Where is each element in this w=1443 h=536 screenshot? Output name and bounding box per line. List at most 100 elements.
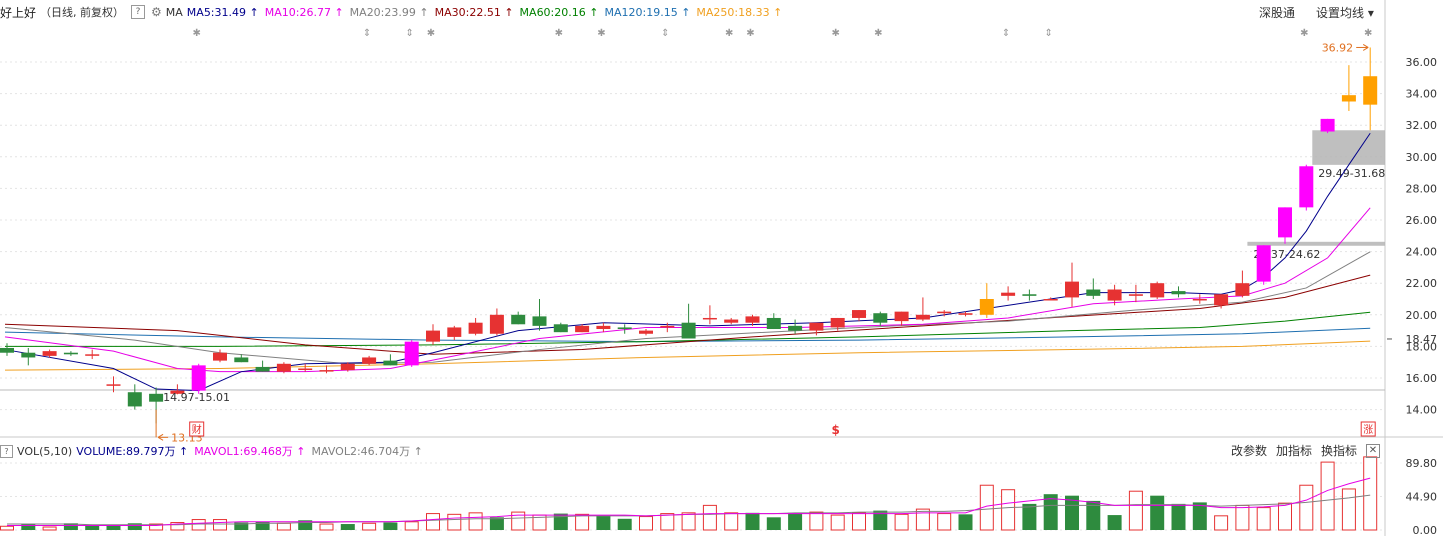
add-indicator-button[interactable]: 加指标: [1276, 442, 1312, 459]
candle-body: [191, 365, 206, 391]
event-symbol: ⇕: [363, 28, 371, 39]
change-params-button[interactable]: 改参数: [1231, 442, 1267, 459]
event-symbol: ✱: [597, 28, 605, 39]
event-symbol: ✱: [555, 28, 563, 39]
volume-bar: [21, 524, 36, 530]
candle-body: [660, 325, 675, 328]
volume-bar: [383, 522, 398, 530]
price-tick-label: 20.00: [1406, 309, 1438, 322]
volume-bar: [1107, 515, 1122, 530]
gear-icon[interactable]: ⚙: [151, 5, 162, 19]
candle-body: [1086, 289, 1101, 296]
volume-bar: [639, 516, 653, 531]
volume-bar: [894, 513, 909, 531]
period-label: （日线, 前复权）: [40, 6, 125, 19]
high-label: 36.92: [1322, 41, 1354, 54]
volume-legend: ? VOL(5,10) VOLUME:89.797万 ↑ MAVOL1:69.46…: [0, 443, 433, 459]
ma-legend-item-3: MA30:22.51 ↑: [434, 5, 514, 19]
candle-body: [596, 325, 611, 330]
volume-bar: [1150, 495, 1165, 530]
price-tick-label: 34.00: [1406, 88, 1438, 101]
volume-bar: [915, 508, 930, 531]
candle-body: [447, 327, 462, 337]
candle-body: [745, 316, 760, 323]
volume-bar: [213, 519, 227, 531]
candle-body: [1341, 95, 1356, 102]
candle-body: [894, 311, 909, 322]
price-tick-label: 32.00: [1406, 119, 1438, 132]
event-symbol: ✱: [725, 28, 733, 39]
help-icon[interactable]: ?: [131, 5, 146, 19]
candle-body: [1214, 294, 1229, 306]
price-tick-label: 26.00: [1406, 214, 1438, 227]
ma20-line: [4, 251, 1371, 365]
volume-bar: [319, 523, 334, 531]
volume-bar: [745, 512, 760, 530]
volume-bar: [447, 513, 462, 531]
candle-body: [532, 316, 547, 326]
candle-body: [85, 354, 100, 356]
price-zone-label: 29.49-31.68: [1318, 167, 1385, 180]
volume-bar: [766, 517, 781, 530]
candle-body: [1171, 291, 1186, 295]
candle-body: [340, 363, 355, 371]
price-tick-label: 24.00: [1406, 246, 1438, 259]
ma-legend-item-2: MA20:23.99 ↑: [349, 5, 429, 19]
volume-bar: [681, 512, 696, 531]
candle-body: [639, 330, 653, 334]
vol-legend-item-1: MAVOL1:69.468万 ↑: [194, 445, 306, 458]
ma-legend-item-6: MA250:18.33 ↑: [696, 5, 783, 19]
volume-bar: [809, 511, 824, 531]
market-button[interactable]: 深股通: [1259, 4, 1295, 21]
price-tick-label: 22.00: [1406, 277, 1438, 290]
candle-body: [1256, 245, 1271, 282]
candle-body: [1107, 289, 1122, 301]
volume-bar: [468, 512, 483, 531]
volume-bar: [362, 522, 377, 531]
candle-body: [873, 313, 888, 323]
candle-body: [106, 384, 121, 386]
volume-bar: [1363, 456, 1378, 531]
ma250-line: [4, 340, 1371, 371]
event-symbol: ✱: [746, 28, 754, 39]
candle-body: [702, 317, 717, 320]
vol-items: VOLUME:89.797万 ↑ MAVOL1:69.468万 ↑ MAVOL2:4…: [76, 443, 429, 459]
candle-body: [213, 352, 227, 361]
event-symbol: ✱: [427, 28, 435, 39]
volume-bar: [276, 522, 291, 531]
ma-legend-item-4: MA60:20.16 ↑: [519, 5, 599, 19]
vol-tick-label: 89.80: [1406, 457, 1438, 470]
event-symbol: ✱: [1364, 28, 1372, 39]
chart-stage: 14.00 16.00 18.00 20.00 22.00 24.00 26.00 28.00…: [0, 0, 1443, 536]
event-symbol: ✱: [832, 28, 840, 39]
ma-settings-button[interactable]: 设置均线 ▾: [1316, 4, 1374, 21]
event-symbol: ⇕: [406, 28, 414, 39]
ma5-line: [4, 132, 1371, 392]
volume-bar: [852, 512, 866, 531]
candle-body: [1150, 283, 1165, 298]
event-symbol: ✱: [874, 28, 882, 39]
volume-bar: [42, 526, 57, 531]
candle-body: [1128, 294, 1143, 296]
candle-body: [1363, 76, 1378, 105]
event-symbol: ✱: [193, 28, 201, 39]
switch-indicator-button[interactable]: 换指标: [1321, 442, 1357, 459]
candle-body: [319, 370, 334, 372]
candle-body: [553, 324, 568, 333]
candle-body: [276, 363, 291, 372]
candle-body: [1001, 292, 1016, 296]
vol-help-icon[interactable]: ?: [0, 444, 13, 458]
volume-bar: [830, 514, 845, 531]
price-tick-label: 14.00: [1406, 404, 1438, 417]
event-symbol: ⇕: [1045, 28, 1053, 39]
volume-bar: [1256, 507, 1271, 531]
candle-body: [63, 352, 78, 355]
ma-legend-item-1: MA10:26.77 ↑: [264, 5, 344, 19]
volume-bar: [340, 524, 355, 530]
vol-legend-item-0: VOLUME:89.797万 ↑: [76, 445, 189, 458]
candle-body: [127, 392, 142, 407]
volume-bar: [404, 521, 419, 531]
close-icon[interactable]: ✕: [1366, 444, 1380, 458]
candle-body: [809, 322, 824, 331]
volume-bar: [1299, 484, 1314, 531]
